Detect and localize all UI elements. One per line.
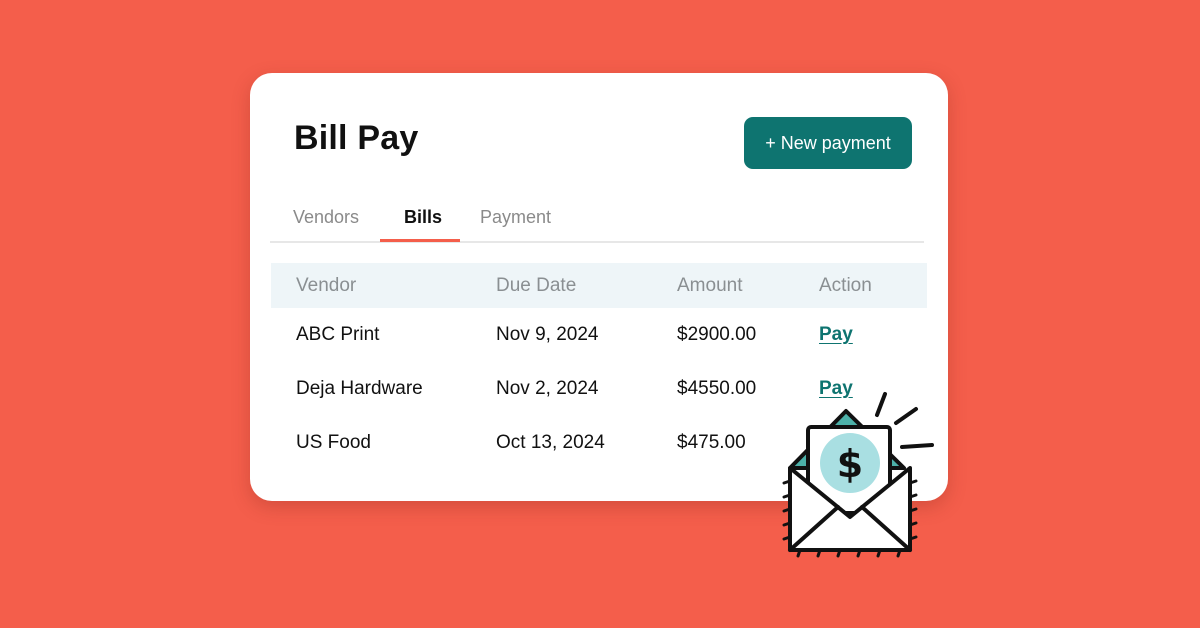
vendor-cell: Deja Hardware <box>296 378 423 399</box>
column-header-amount: Amount <box>677 275 743 296</box>
tab-vendors[interactable]: Vendors <box>293 207 359 228</box>
new-payment-button[interactable]: + New payment <box>744 117 912 169</box>
table-row: ABC Print Nov 9, 2024 $2900.00 Pay <box>271 324 927 364</box>
amount-cell: $475.00 <box>677 432 746 453</box>
column-header-action: Action <box>819 275 872 296</box>
amount-cell: $4550.00 <box>677 378 757 399</box>
dollar-symbol: $ <box>837 442 863 486</box>
column-header-vendor: Vendor <box>296 275 357 296</box>
pay-link[interactable]: Pay <box>819 324 853 346</box>
page-title: Bill Pay <box>294 119 419 157</box>
tab-bills[interactable]: Bills <box>404 207 442 228</box>
table-header: Vendor Due Date Amount Action <box>271 263 927 308</box>
money-envelope-icon: $ <box>782 392 934 558</box>
due-date-cell: Nov 9, 2024 <box>496 324 599 345</box>
column-header-due-date: Due Date <box>496 275 577 296</box>
tab-payment[interactable]: Payment <box>480 207 551 228</box>
due-date-cell: Oct 13, 2024 <box>496 432 605 453</box>
vendor-cell: ABC Print <box>296 324 380 345</box>
active-tab-indicator <box>380 239 460 242</box>
vendor-cell: US Food <box>296 432 371 453</box>
due-date-cell: Nov 2, 2024 <box>496 378 599 399</box>
amount-cell: $2900.00 <box>677 324 757 345</box>
tab-bar: Vendors Bills Payment <box>270 201 924 243</box>
